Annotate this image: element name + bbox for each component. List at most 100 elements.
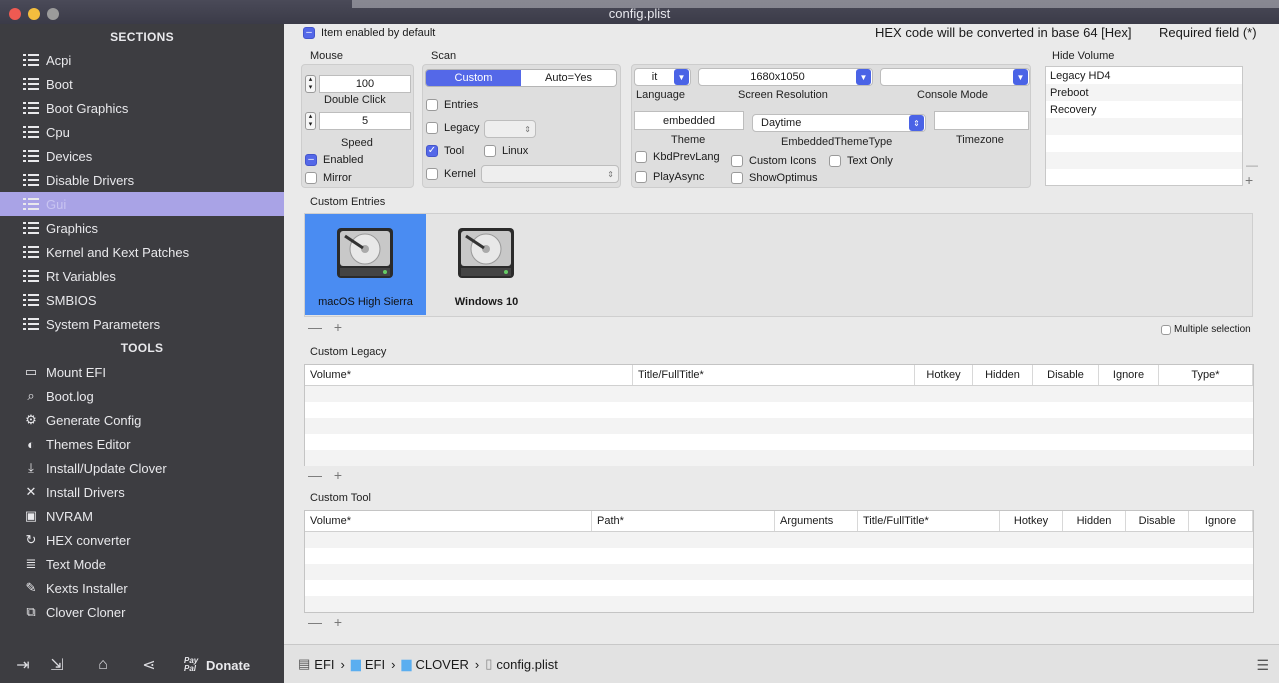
column-header[interactable]: Type* xyxy=(1159,365,1253,385)
scan-auto-segment[interactable]: Auto=Yes xyxy=(521,70,616,86)
table-row[interactable] xyxy=(305,548,1253,564)
hide-volume-row[interactable] xyxy=(1046,118,1242,135)
custom-icons-checkbox[interactable]: Custom Icons xyxy=(731,155,816,167)
column-header[interactable]: Title/FullTitle* xyxy=(633,365,915,385)
table-row[interactable] xyxy=(305,386,1253,402)
mouse-enabled-checkbox[interactable]: – Enabled xyxy=(305,154,363,166)
custom-entry-tile[interactable]: macOS High Sierra xyxy=(305,214,426,315)
tool-item-hex-converter[interactable]: ↻ HEX converter xyxy=(0,528,284,552)
hide-volume-row[interactable]: Legacy HD4 xyxy=(1046,67,1242,84)
custom-tool-table[interactable]: Volume* Path* Arguments Title/FullTitle* Hot… xyxy=(304,510,1254,613)
column-header[interactable]: Hotkey xyxy=(915,365,973,385)
sidebar-item-graphics[interactable]: Graphics xyxy=(0,216,284,240)
tool-item-mount-efi[interactable]: ▭ Mount EFI xyxy=(0,360,284,384)
table-row[interactable] xyxy=(305,532,1253,548)
sidebar-item-boot[interactable]: Boot xyxy=(0,72,284,96)
column-header[interactable]: Hotkey xyxy=(1000,511,1063,531)
custom-legacy-add-remove[interactable]: — + xyxy=(308,467,346,483)
table-row[interactable] xyxy=(305,402,1253,418)
legacy-select[interactable]: ⇕ xyxy=(484,120,536,138)
hide-volume-row[interactable]: Recovery xyxy=(1046,101,1242,118)
tool-item-install-drivers[interactable]: ✕ Install Drivers xyxy=(0,480,284,504)
sidebar-item-system-parameters[interactable]: System Parameters xyxy=(0,312,284,336)
scan-custom-segment[interactable]: Custom xyxy=(426,70,521,86)
hide-volume-row[interactable] xyxy=(1046,152,1242,169)
play-async-checkbox[interactable]: PlayAsync xyxy=(635,171,704,183)
sidebar-item-boot-graphics[interactable]: Boot Graphics xyxy=(0,96,284,120)
sidebar-item-kernel-and-kext-patches[interactable]: Kernel and Kext Patches xyxy=(0,240,284,264)
table-row[interactable] xyxy=(305,580,1253,596)
column-header[interactable]: Title/FullTitle* xyxy=(858,511,1000,531)
show-optimus-checkbox[interactable]: ShowOptimus xyxy=(731,172,817,184)
column-header[interactable]: Ignore xyxy=(1189,511,1253,531)
tool-item-kexts-installer[interactable]: ✎ Kexts Installer xyxy=(0,576,284,600)
timezone-field[interactable] xyxy=(934,111,1029,130)
breadcrumb-item[interactable]: ▯ config.plist xyxy=(485,656,558,672)
hide-volume-row[interactable] xyxy=(1046,169,1242,186)
donate-button[interactable]: Pay Pal Donate xyxy=(184,657,250,673)
console-mode-select[interactable]: ▼ xyxy=(880,68,1030,86)
column-header[interactable]: Ignore xyxy=(1099,365,1159,385)
hide-volume-row[interactable]: Preboot xyxy=(1046,84,1242,101)
item-enabled-checkbox[interactable]: – Item enabled by default xyxy=(303,27,435,39)
tool-item-themes-editor[interactable]: ◐ Themes Editor xyxy=(0,432,284,456)
sidebar-item-disable-drivers[interactable]: Disable Drivers xyxy=(0,168,284,192)
mouse-mirror-checkbox[interactable]: Mirror xyxy=(305,172,352,184)
multiple-selection-checkbox[interactable]: Multiple selection xyxy=(1161,324,1251,335)
text-only-checkbox[interactable]: Text Only xyxy=(829,155,893,167)
tool-item-nvram[interactable]: ▣ NVRAM xyxy=(0,504,284,528)
screen-resolution-select[interactable]: 1680x1050 ▼ xyxy=(698,68,873,86)
column-header[interactable]: Path* xyxy=(592,511,775,531)
hide-volume-minus-button[interactable]: — xyxy=(1246,158,1258,172)
column-header[interactable]: Disable xyxy=(1033,365,1099,385)
sidebar-item-devices[interactable]: Devices xyxy=(0,144,284,168)
tool-item-install-update-clover[interactable]: ⤓ Install/Update Clover xyxy=(0,456,284,480)
sidebar-item-gui[interactable]: Gui xyxy=(0,192,284,216)
share-icon[interactable]: ⋖ xyxy=(126,655,172,675)
column-header[interactable]: Disable xyxy=(1126,511,1189,531)
column-header[interactable]: Arguments xyxy=(775,511,858,531)
hide-volume-plus-button[interactable]: + xyxy=(1245,172,1253,188)
custom-entries-add-remove[interactable]: — + xyxy=(308,319,346,335)
custom-legacy-table[interactable]: Volume* Title/FullTitle* Hotkey Hidden Disab… xyxy=(304,364,1254,466)
sidebar-item-cpu[interactable]: Cpu xyxy=(0,120,284,144)
scan-entries-checkbox[interactable]: Entries xyxy=(426,99,478,111)
tool-item-boot-log[interactable]: ⌕ Boot.log xyxy=(0,384,284,408)
language-select[interactable]: it ▼ xyxy=(634,68,691,86)
scan-kernel-checkbox[interactable]: Kernel xyxy=(426,168,476,180)
speed-stepper[interactable]: ▴ ▾ xyxy=(305,112,316,130)
custom-entry-tile[interactable]: Windows 10 xyxy=(426,214,547,315)
tool-item-clover-cloner[interactable]: ⧉ Clover Cloner xyxy=(0,600,284,624)
column-header[interactable]: Volume* xyxy=(305,365,633,385)
table-row[interactable] xyxy=(305,434,1253,450)
scan-tool-checkbox[interactable]: ✓ Tool xyxy=(426,145,464,157)
sidebar-item-rt-variables[interactable]: Rt Variables xyxy=(0,264,284,288)
export-icon[interactable]: ⇲ xyxy=(34,655,80,675)
kbd-prev-lang-checkbox[interactable]: KbdPrevLang xyxy=(635,151,720,163)
breadcrumb-item[interactable]: ▆ CLOVER xyxy=(401,656,468,672)
sidebar-item-acpi[interactable]: Acpi xyxy=(0,48,284,72)
theme-field[interactable]: embedded xyxy=(634,111,744,130)
column-header[interactable]: Hidden xyxy=(973,365,1033,385)
home-icon[interactable]: ⌂ xyxy=(80,656,126,674)
sidebar-item-smbios[interactable]: SMBIOS xyxy=(0,288,284,312)
double-click-field[interactable]: 100 xyxy=(319,75,411,93)
double-click-stepper[interactable]: ▴ ▾ xyxy=(305,75,316,93)
table-row[interactable] xyxy=(305,564,1253,580)
menu-icon[interactable]: ☰ xyxy=(1256,657,1269,674)
table-row[interactable] xyxy=(305,596,1253,612)
breadcrumb-item[interactable]: ▆ EFI xyxy=(351,656,385,672)
tool-item-generate-config[interactable]: ⚙ Generate Config xyxy=(0,408,284,432)
speed-field[interactable]: 5 xyxy=(319,112,411,130)
column-header[interactable]: Hidden xyxy=(1063,511,1126,531)
hide-volume-row[interactable] xyxy=(1046,135,1242,152)
kernel-select[interactable]: ⇕ xyxy=(481,165,619,183)
scan-legacy-checkbox[interactable]: Legacy xyxy=(426,122,479,134)
scan-mode-segmented[interactable]: Custom Auto=Yes xyxy=(425,69,617,87)
tool-item-text-mode[interactable]: ≣ Text Mode xyxy=(0,552,284,576)
table-row[interactable] xyxy=(305,418,1253,434)
breadcrumb-item[interactable]: ▤ EFI xyxy=(298,656,335,672)
embedded-theme-type-select[interactable]: Daytime ⇕ xyxy=(752,114,926,132)
scan-linux-checkbox[interactable]: Linux xyxy=(484,145,528,157)
column-header[interactable]: Volume* xyxy=(305,511,592,531)
